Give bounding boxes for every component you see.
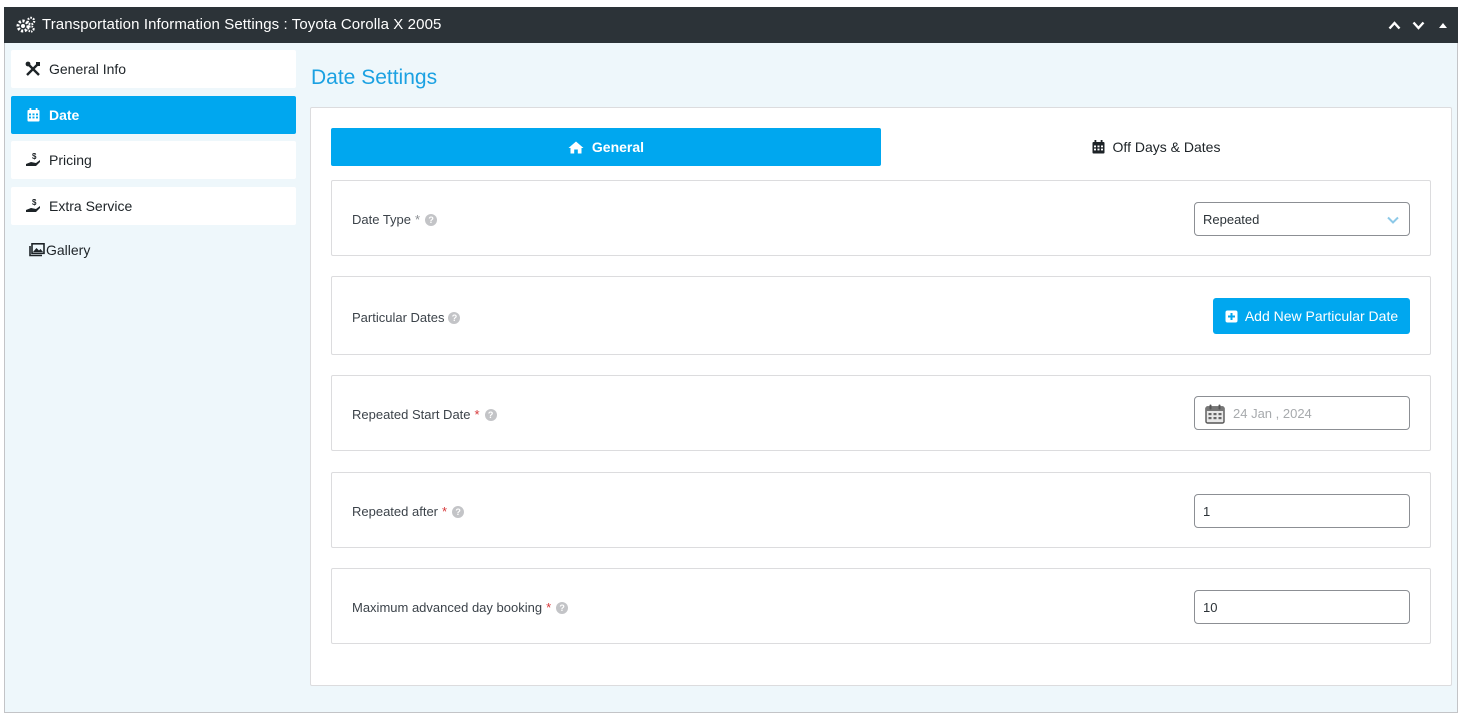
hand-dollar-icon: $ bbox=[24, 198, 42, 214]
select-value: Repeated bbox=[1203, 211, 1260, 227]
svg-text:$: $ bbox=[32, 152, 37, 161]
help-icon[interactable]: ? bbox=[425, 213, 438, 226]
sidebar-item-general-info[interactable]: General Info bbox=[11, 50, 296, 88]
tab-off-days-dates[interactable]: Off Days & Dates bbox=[881, 128, 1431, 166]
repeated-start-date-row: Repeated Start Date * ? 24 Jan , 2024 bbox=[331, 375, 1431, 451]
button-label: Add New Particular Date bbox=[1244, 308, 1399, 324]
sidebar-item-pricing[interactable]: $ Pricing bbox=[11, 141, 296, 179]
tab-label: General bbox=[591, 139, 645, 155]
date-type-select[interactable]: Repeated bbox=[1194, 202, 1410, 236]
repeated-start-date-label: Repeated Start Date * ? bbox=[352, 407, 497, 422]
window-titlebar: Transportation Information Settings : To… bbox=[4, 7, 1458, 43]
home-icon bbox=[568, 141, 584, 154]
sidebar-item-label: Gallery bbox=[46, 242, 91, 258]
chevron-down-icon bbox=[1387, 212, 1399, 227]
date-type-label: Date Type * ? bbox=[352, 212, 438, 227]
repeated-after-row: Repeated after * ? 1 bbox=[331, 472, 1431, 548]
plus-square-icon bbox=[1225, 310, 1238, 323]
max-advanced-booking-row: Maximum advanced day booking * ? 10 bbox=[331, 568, 1431, 644]
hand-dollar-icon: $ bbox=[24, 152, 42, 168]
page-title: Date Settings bbox=[311, 66, 438, 89]
sidebar-item-date[interactable]: Date bbox=[11, 96, 296, 134]
sidebar-item-label: Extra Service bbox=[49, 198, 133, 214]
calendar-icon bbox=[1092, 140, 1105, 154]
help-icon[interactable]: ? bbox=[556, 601, 569, 614]
tools-icon bbox=[24, 61, 42, 77]
max-advanced-booking-input[interactable]: 10 bbox=[1194, 590, 1410, 624]
date-value: 24 Jan , 2024 bbox=[1233, 405, 1312, 421]
gear-icon bbox=[16, 16, 36, 34]
triangle-up-icon[interactable] bbox=[1434, 7, 1452, 43]
sidebar-item-label: Date bbox=[49, 107, 80, 123]
input-value: 10 bbox=[1203, 599, 1218, 615]
particular-dates-label: Particular Dates ? bbox=[352, 310, 461, 325]
date-type-row: Date Type * ? Repeated bbox=[331, 180, 1431, 256]
required-marker: * bbox=[474, 407, 480, 422]
sidebar-item-gallery[interactable]: Gallery bbox=[11, 231, 296, 269]
add-particular-date-button[interactable]: Add New Particular Date bbox=[1213, 298, 1410, 334]
field-label: Date Type bbox=[352, 212, 412, 227]
repeated-after-label: Repeated after * ? bbox=[352, 504, 465, 519]
help-icon[interactable]: ? bbox=[448, 311, 461, 324]
calendar-icon bbox=[24, 107, 42, 123]
required-marker: * bbox=[415, 212, 421, 227]
particular-dates-row: Particular Dates ? Add New Particular Da… bbox=[331, 276, 1431, 355]
window-title: Transportation Information Settings : To… bbox=[42, 16, 442, 33]
tab-label: Off Days & Dates bbox=[1112, 139, 1221, 155]
required-marker: * bbox=[442, 504, 448, 519]
svg-text:$: $ bbox=[32, 198, 37, 207]
required-marker: * bbox=[546, 600, 552, 615]
help-icon[interactable]: ? bbox=[484, 408, 497, 421]
repeated-start-date-input[interactable]: 24 Jan , 2024 bbox=[1194, 396, 1410, 430]
chevron-down-icon[interactable] bbox=[1409, 7, 1427, 43]
tab-general[interactable]: General bbox=[331, 128, 881, 166]
calendar-icon bbox=[1205, 404, 1225, 427]
sidebar-item-label: General Info bbox=[49, 61, 127, 77]
field-label: Particular Dates bbox=[352, 310, 445, 325]
sidebar-item-extra-service[interactable]: $ Extra Service bbox=[11, 187, 296, 225]
images-icon bbox=[28, 242, 46, 258]
field-label: Repeated after bbox=[352, 504, 439, 519]
chevron-up-icon[interactable] bbox=[1385, 7, 1403, 43]
field-label: Repeated Start Date bbox=[352, 407, 471, 422]
max-advanced-booking-label: Maximum advanced day booking * ? bbox=[352, 600, 569, 615]
sidebar-item-label: Pricing bbox=[49, 152, 92, 168]
help-icon[interactable]: ? bbox=[452, 505, 465, 518]
field-label: Maximum advanced day booking bbox=[352, 600, 543, 615]
repeated-after-input[interactable]: 1 bbox=[1194, 494, 1410, 528]
input-value: 1 bbox=[1203, 503, 1211, 519]
